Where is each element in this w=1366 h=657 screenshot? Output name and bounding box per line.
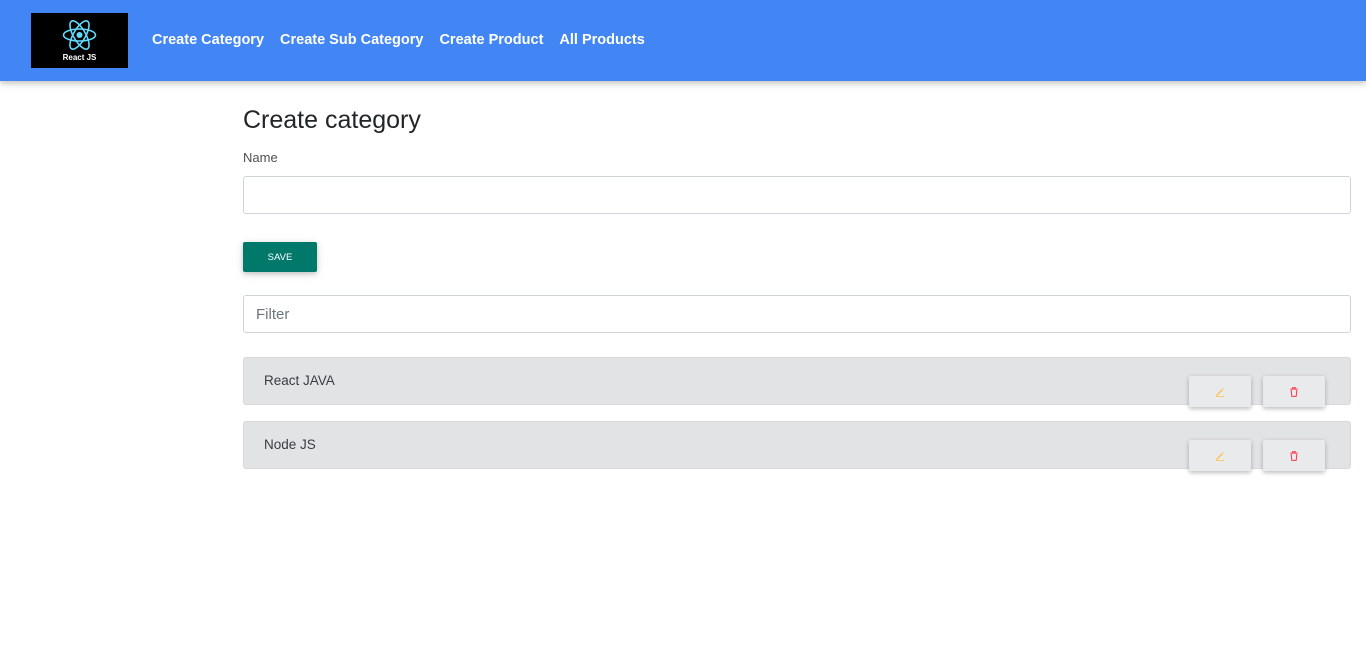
logo-text: React JS bbox=[62, 53, 97, 62]
edit-button[interactable] bbox=[1189, 376, 1251, 407]
delete-button[interactable] bbox=[1263, 440, 1325, 471]
category-list-item: Node JS bbox=[243, 421, 1351, 471]
nav-create-category[interactable]: Create Category bbox=[152, 32, 264, 48]
pencil-icon bbox=[1216, 387, 1224, 397]
save-button[interactable]: SAVE bbox=[243, 242, 317, 272]
edit-button[interactable] bbox=[1189, 440, 1251, 471]
nav-create-product[interactable]: Create Product bbox=[439, 32, 543, 48]
category-list-item: React JAVA bbox=[243, 357, 1351, 407]
page-title: Create category bbox=[243, 106, 421, 134]
trash-icon bbox=[1290, 450, 1298, 461]
category-name: React JAVA bbox=[264, 373, 335, 388]
name-label: Name bbox=[243, 150, 278, 165]
nav-all-products[interactable]: All Products bbox=[559, 32, 644, 48]
navbar: React JS Create Category Create Sub Cate… bbox=[0, 0, 1366, 81]
nav-links: Create Category Create Sub Category Crea… bbox=[152, 32, 661, 48]
category-name: Node JS bbox=[264, 437, 316, 452]
react-atom-icon bbox=[62, 20, 97, 50]
pencil-icon bbox=[1216, 451, 1224, 461]
trash-icon bbox=[1290, 386, 1298, 397]
name-input[interactable] bbox=[243, 176, 1351, 214]
nav-create-sub-category[interactable]: Create Sub Category bbox=[280, 32, 423, 48]
filter-input[interactable] bbox=[243, 295, 1351, 333]
react-logo[interactable]: React JS bbox=[31, 13, 128, 68]
delete-button[interactable] bbox=[1263, 376, 1325, 407]
